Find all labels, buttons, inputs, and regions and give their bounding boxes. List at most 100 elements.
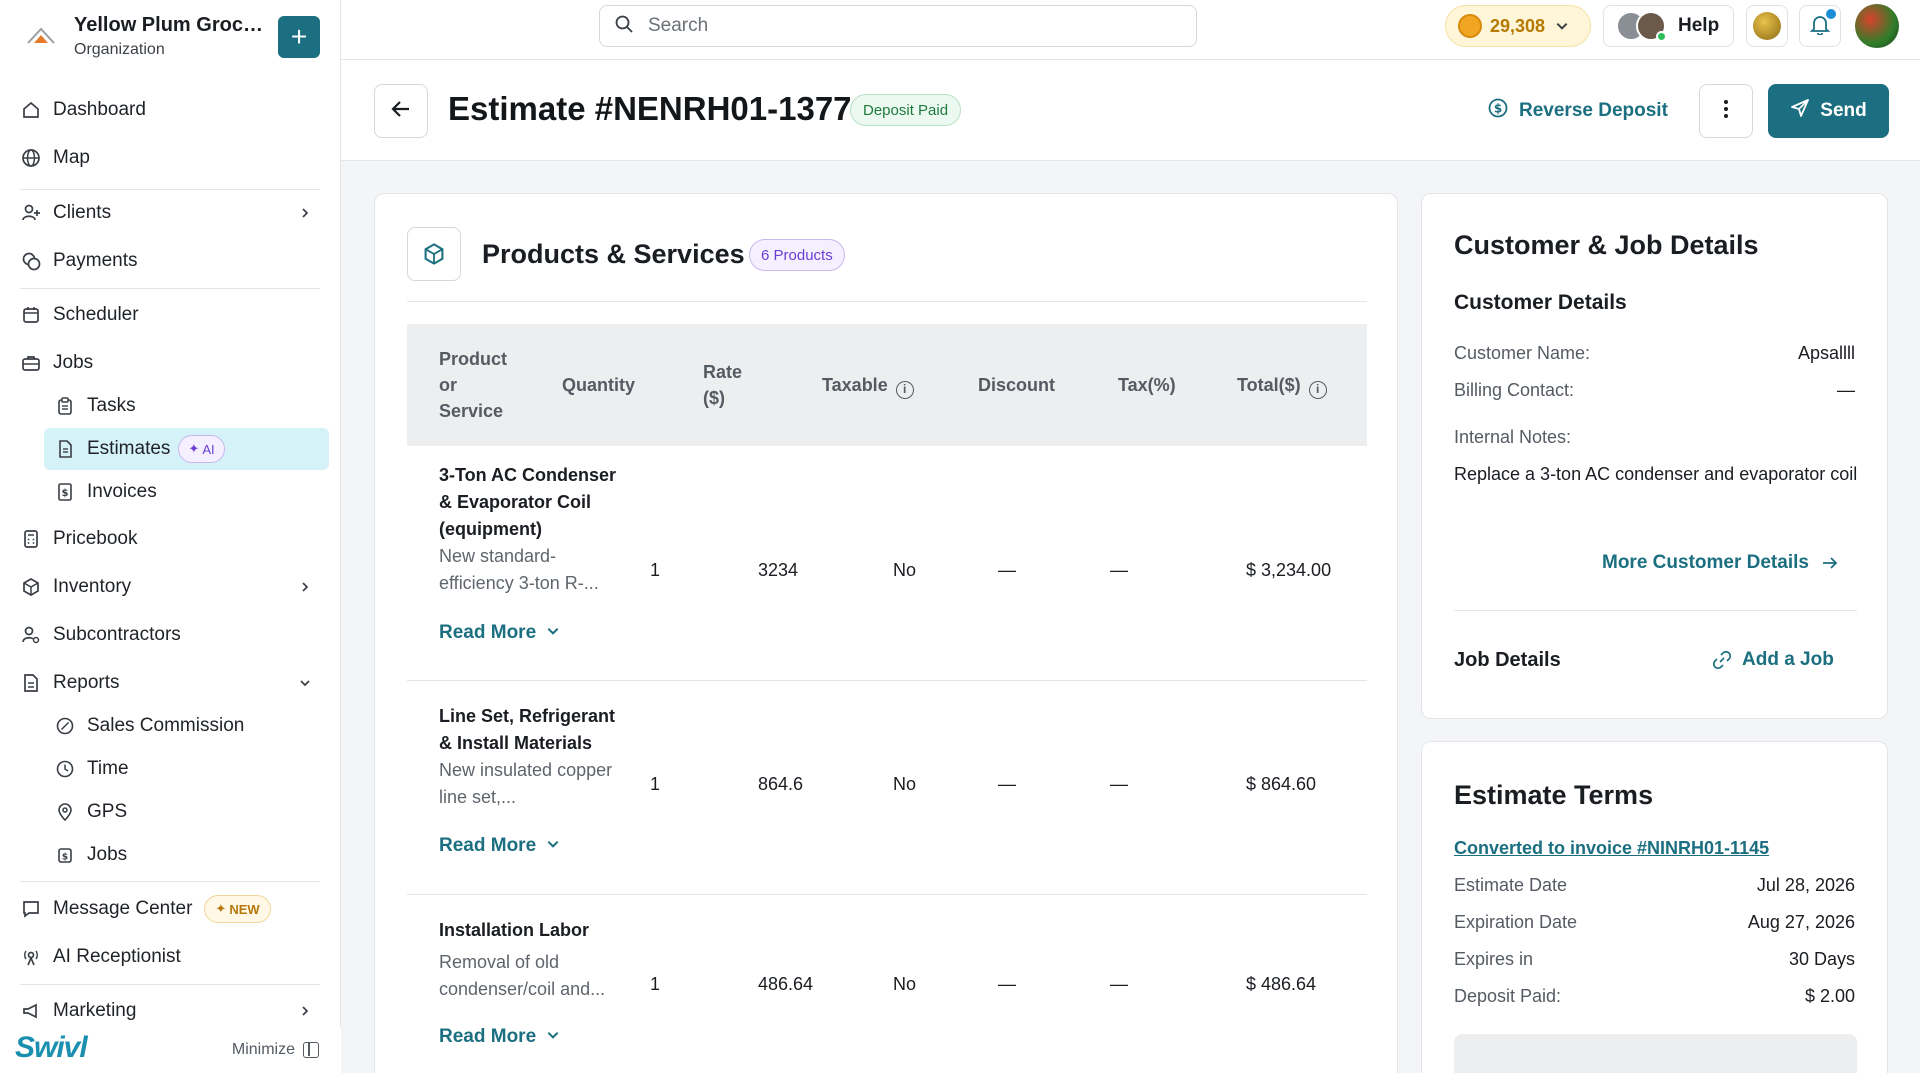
- help-button[interactable]: Help: [1603, 5, 1734, 47]
- column-header-total: Total($) i: [1237, 372, 1327, 399]
- read-more-label: Read More: [439, 622, 537, 643]
- sidebar-item-label: Reports: [53, 672, 120, 693]
- sidebar-item-label: Message Center: [53, 898, 193, 919]
- customer-job-card: Customer & Job Details Customer Details …: [1421, 193, 1888, 719]
- arrow-left-icon: [389, 97, 413, 126]
- internal-notes-label: Internal Notes:: [1454, 427, 1572, 447]
- ai-badge-label: AI: [202, 441, 215, 457]
- add-button[interactable]: +: [278, 16, 320, 58]
- chat-icon: [20, 898, 42, 920]
- status-badge: Deposit Paid: [850, 94, 962, 126]
- megaphone-icon: [20, 1000, 42, 1022]
- product-quantity: 1: [650, 560, 661, 580]
- table-header: Product or Service Quantity Rate ($) Tax…: [407, 324, 1367, 446]
- product-rate: 864.6: [758, 774, 804, 794]
- info-icon[interactable]: i: [895, 381, 914, 399]
- toolbox-icon: [20, 352, 42, 374]
- coins-balance[interactable]: 29,308: [1445, 5, 1591, 47]
- table-row: Installation Labor Removal of old conden…: [407, 895, 1367, 1073]
- sidebar-item-scheduler[interactable]: Scheduler: [20, 294, 320, 336]
- sidebar-item-clients[interactable]: Clients: [20, 192, 320, 234]
- read-more-button[interactable]: Read More: [439, 835, 560, 857]
- coin-icon: [1458, 14, 1482, 38]
- product-description: Removal of old condenser/coil and...: [439, 952, 606, 999]
- add-job-link[interactable]: Add a Job: [1712, 649, 1834, 671]
- app-root: Yellow Plum Grocers... Organization + Da…: [0, 0, 1920, 1073]
- read-more-button[interactable]: Read More: [439, 1026, 560, 1048]
- sidebar-item-gps[interactable]: GPS: [54, 791, 329, 833]
- notification-dot-icon: [1826, 9, 1836, 19]
- product-discount: —: [998, 560, 1016, 580]
- sidebar-item-message-center[interactable]: Message Center ✦ NEW: [20, 888, 320, 930]
- product-rate: 486.64: [758, 974, 814, 994]
- products-title: Products & Services: [482, 239, 745, 269]
- sidebar-item-dashboard[interactable]: Dashboard: [20, 89, 320, 131]
- sidebar-toggle-icon: [303, 1042, 319, 1058]
- product-rate: 3234: [758, 560, 799, 580]
- sidebar-item-time[interactable]: Time: [54, 748, 329, 790]
- kebab-icon: [1723, 99, 1729, 124]
- sidebar-item-sales-commission[interactable]: Sales Commission: [54, 705, 329, 747]
- sidebar-item-reports[interactable]: Reports: [20, 662, 320, 704]
- chevron-down-icon[interactable]: [294, 672, 316, 694]
- chevron-right-icon[interactable]: [294, 576, 316, 598]
- back-button[interactable]: [374, 84, 428, 138]
- sidebar-item-pricebook[interactable]: Pricebook: [20, 518, 320, 560]
- sidebar: Yellow Plum Grocers... Organization + Da…: [0, 0, 341, 1073]
- globe-icon: [20, 147, 42, 169]
- sidebar-item-map[interactable]: Map: [20, 137, 320, 179]
- customer-name-label: Customer Name:: [1454, 343, 1591, 363]
- chevron-right-icon[interactable]: [294, 202, 316, 224]
- minimize-label: Minimize: [231, 1041, 295, 1058]
- more-options-button[interactable]: [1699, 84, 1753, 138]
- sidebar-item-ai-receptionist[interactable]: AI Receptionist: [20, 936, 320, 978]
- read-more-button[interactable]: Read More: [439, 622, 560, 644]
- org-switcher[interactable]: Yellow Plum Grocers... Organization +: [22, 12, 332, 60]
- table-row: Line Set, Refrigerant & Install Material…: [407, 681, 1367, 895]
- sidebar-item-tasks[interactable]: Tasks: [54, 385, 329, 427]
- sidebar-item-label: Subcontractors: [53, 624, 181, 645]
- sparkle-icon: ✦: [215, 901, 227, 916]
- percent-badge-icon: [54, 715, 76, 737]
- link-icon: [1712, 650, 1732, 670]
- sidebar-item-label: Jobs: [87, 844, 128, 865]
- rewards-button[interactable]: [1746, 5, 1788, 47]
- converted-invoice-link[interactable]: Converted to invoice #NINRH01-1145: [1454, 838, 1769, 859]
- estimate-date-label: Estimate Date: [1454, 875, 1568, 895]
- sidebar-item-marketing[interactable]: Marketing: [20, 990, 320, 1032]
- page-header: Estimate #NENRH01-1377 Deposit Paid $ Re…: [341, 60, 1920, 161]
- search-input[interactable]: [648, 15, 1168, 37]
- product-total: $ 864.60: [1246, 774, 1317, 794]
- reverse-deposit-button[interactable]: $ Reverse Deposit: [1487, 96, 1668, 126]
- sidebar-item-report-jobs[interactable]: $ Jobs: [54, 834, 329, 876]
- sidebar-item-jobs[interactable]: Jobs: [20, 342, 320, 384]
- chevron-right-icon[interactable]: [294, 1000, 316, 1022]
- job-details-title: Job Details: [1454, 649, 1561, 671]
- notifications-button[interactable]: [1799, 5, 1841, 47]
- sidebar-item-label: Tasks: [87, 395, 136, 416]
- search-box[interactable]: [599, 5, 1197, 47]
- table-row: 3-Ton AC Condenser & Evaporator Coil (eq…: [407, 446, 1367, 681]
- sidebar-item-invoices[interactable]: $ Invoices: [54, 471, 329, 513]
- user-plus-icon: [20, 202, 42, 224]
- more-customer-details-label: More Customer Details: [1602, 552, 1809, 573]
- user-avatar[interactable]: [1855, 4, 1899, 48]
- sidebar-item-payments[interactable]: Payments: [20, 240, 320, 282]
- send-button[interactable]: Send: [1768, 84, 1889, 138]
- medal-icon: [1753, 12, 1781, 40]
- new-badge: ✦ NEW: [204, 895, 271, 923]
- sidebar-item-inventory[interactable]: Inventory: [20, 566, 320, 608]
- column-header-taxable-label: Taxable: [822, 375, 888, 395]
- sidebar-item-label: Scheduler: [53, 304, 139, 325]
- send-icon: [1790, 98, 1810, 124]
- info-icon[interactable]: i: [1308, 381, 1327, 399]
- sidebar-item-estimates[interactable]: Estimates ✦ AI: [44, 428, 329, 470]
- sidebar-item-label: Sales Commission: [87, 715, 245, 736]
- org-type: Organization: [74, 40, 165, 58]
- sidebar-item-subcontractors[interactable]: Subcontractors: [20, 614, 320, 656]
- minimize-button[interactable]: Minimize: [232, 1041, 319, 1059]
- sidebar-footer: Swivl Minimize: [0, 1027, 341, 1073]
- more-customer-details-link[interactable]: More Customer Details: [1602, 552, 1839, 574]
- billing-contact-value: —: [1837, 380, 1855, 400]
- svg-text:$: $: [62, 853, 68, 863]
